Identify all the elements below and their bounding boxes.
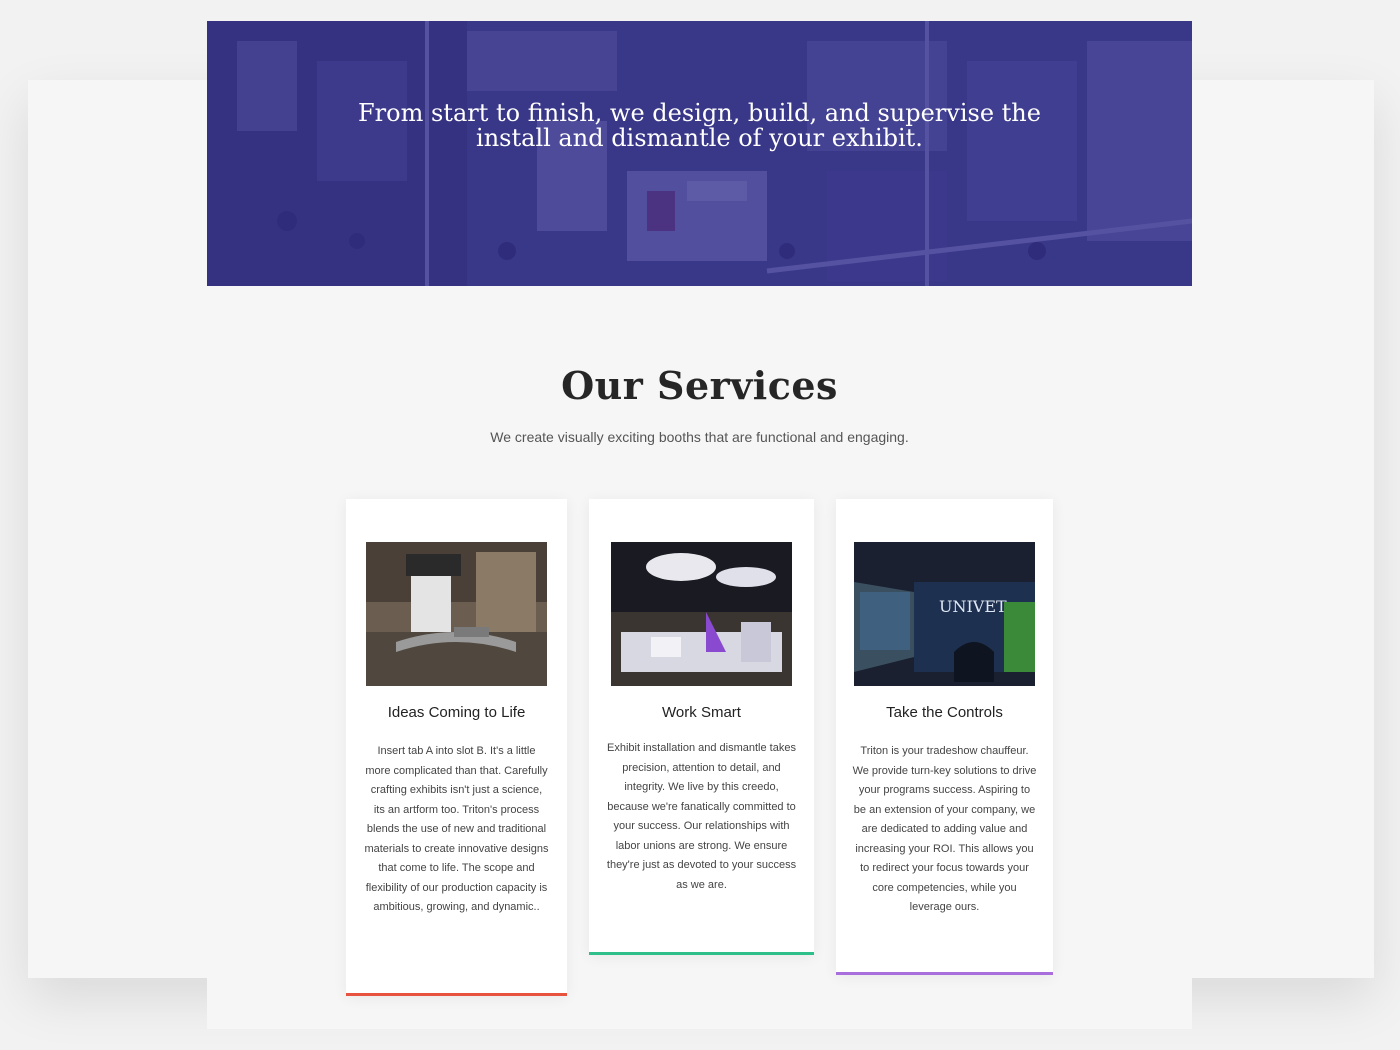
service-image-workshop (366, 542, 547, 686)
service-card-title: Work Smart (662, 704, 741, 721)
hero-color-overlay (207, 21, 1192, 286)
card-accent-bar (346, 993, 567, 996)
hero-tagline: From start to finish, we design, build, … (358, 99, 1041, 152)
section-title: Our Services (561, 363, 838, 408)
service-card-description: Exhibit installation and dismantle takes… (606, 742, 797, 891)
service-image-exhibit-hall (611, 542, 792, 686)
service-card-work-smart: Work Smart Exhibit installation and dism… (589, 499, 814, 955)
service-card-title: Ideas Coming to Life (387, 704, 526, 721)
hero-banner: From start to finish, we design, build, … (207, 21, 1192, 286)
service-card-ideas: Ideas Coming to Life Insert tab A into s… (346, 499, 567, 996)
section-subtitle: We create visually exciting booths that … (490, 429, 909, 445)
service-card-title: Take the Controls (886, 704, 1003, 721)
service-card-description: Triton is your tradeshow chauffeur. We p… (852, 745, 1037, 913)
service-card-controls: UNIVET Take the Controls Triton is your … (836, 499, 1053, 975)
card-accent-bar (589, 952, 814, 955)
page-container: From start to finish, we design, build, … (207, 21, 1192, 1029)
service-card-description: Insert tab A into slot B. It's a little … (364, 745, 549, 913)
card-accent-bar (836, 972, 1053, 975)
svg-text:UNIVET: UNIVET (939, 597, 1007, 616)
service-image-univet-booth: UNIVET (854, 542, 1035, 686)
